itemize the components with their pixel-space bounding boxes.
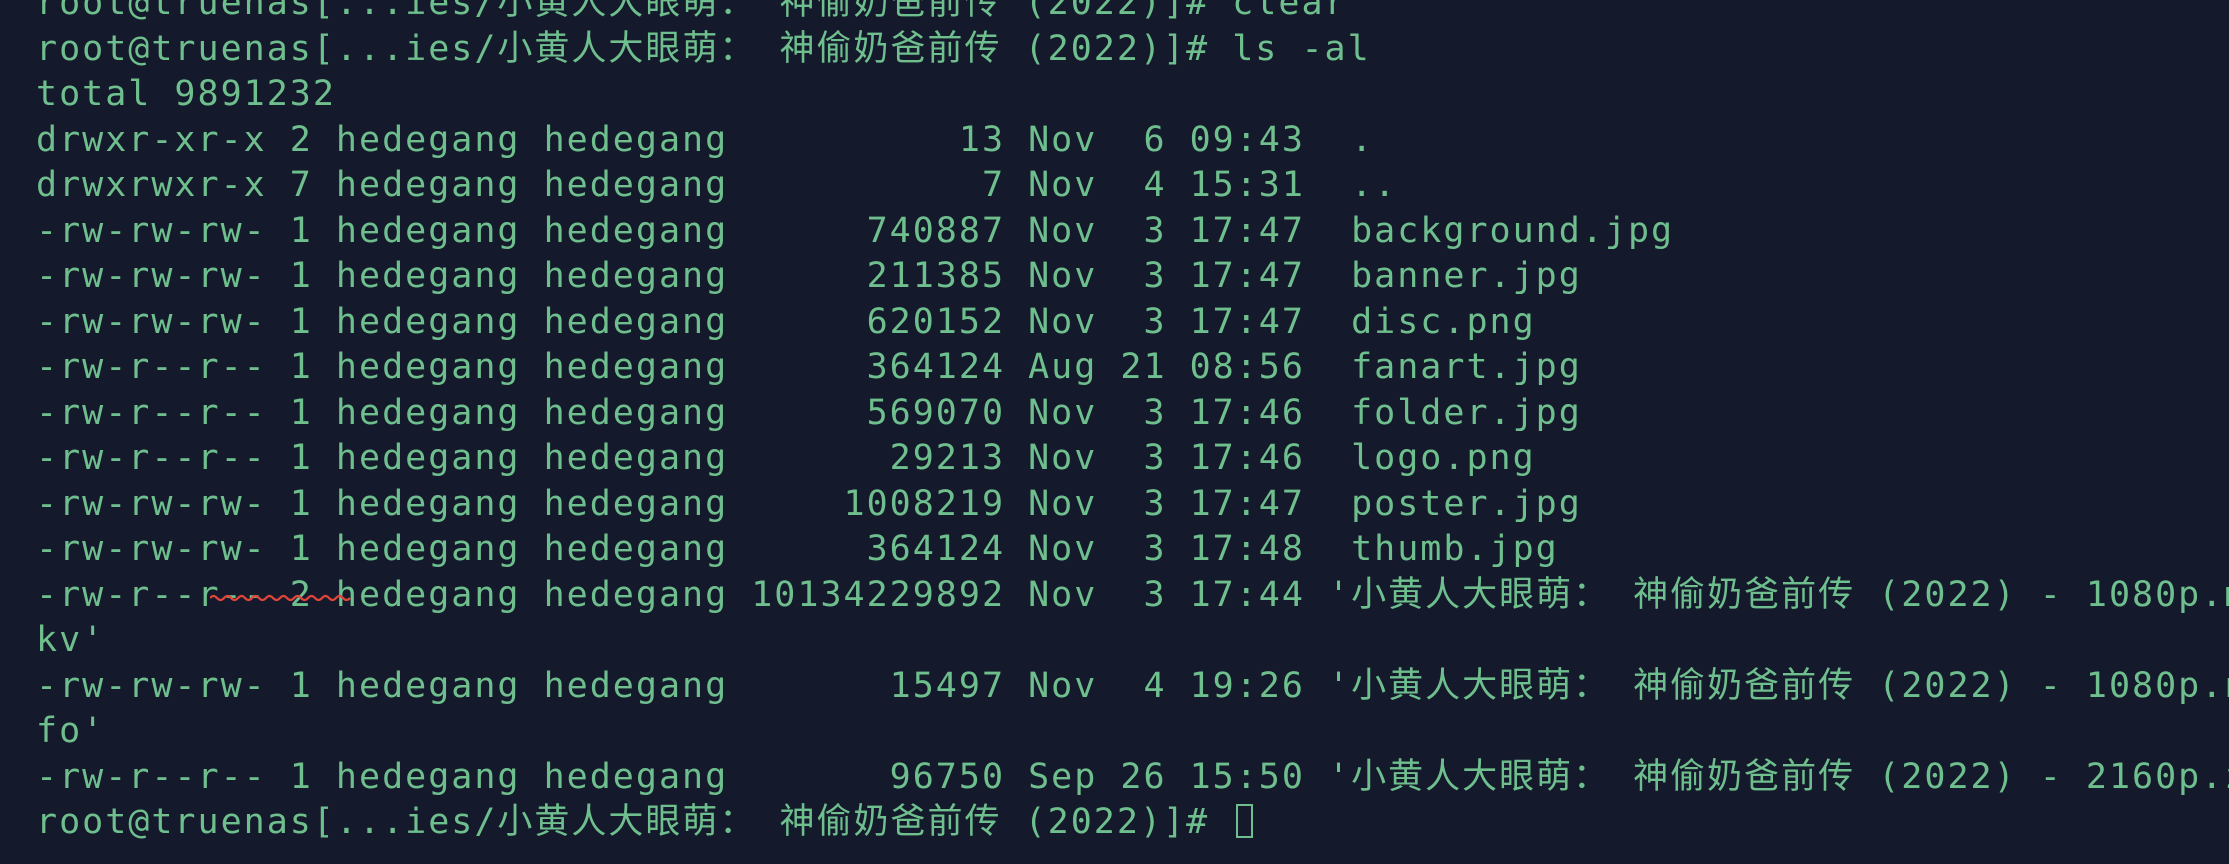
file-row: -rw-rw-rw- 1 hedegang hedegang 1008219 N…: [36, 483, 1582, 524]
file-row: -rw-rw-rw- 1 hedegang hedegang 364124 No…: [36, 529, 1559, 569]
prompt-line-ls: root@truenas[...ies/小黄人大眼萌： 神偷奶爸前传 (2022…: [36, 28, 1371, 69]
prompt-line-clear: root@truenas[...ies/小黄人大眼萌： 神偷奶爸前传 (2022…: [36, 0, 1348, 23]
file-row-wrap: fo': [36, 711, 106, 751]
file-row: -rw-r--r-- 2 hedegang hedegang 101342298…: [36, 574, 2229, 615]
file-row: -rw-rw-rw- 1 hedegang hedegang 211385 No…: [36, 256, 1582, 296]
file-row: -rw-rw-rw- 1 hedegang hedegang 15497 Nov…: [36, 665, 2229, 706]
total-line: total 9891232: [36, 74, 336, 114]
file-row: -rw-rw-rw- 1 hedegang hedegang 620152 No…: [36, 301, 1536, 342]
file-row: -rw-r--r-- 1 hedegang hedegang 364124 Au…: [36, 347, 1582, 387]
spellcheck-underline: [210, 594, 351, 602]
file-row: -rw-r--r-- 1 hedegang hedegang 569070 No…: [36, 392, 1582, 433]
terminal-output: root@truenas[...ies/小黄人大眼萌： 神偷奶爸前传 (2022…: [36, 0, 2229, 846]
file-row: drwxrwxr-x 7 hedegang hedegang 7 Nov 4 1…: [36, 165, 1398, 205]
terminal-window[interactable]: root@truenas[...ies/小黄人大眼萌： 神偷奶爸前传 (2022…: [0, 0, 2229, 864]
prompt-line-current: root@truenas[...ies/小黄人大眼萌： 神偷奶爸前传 (2022…: [36, 800, 2229, 846]
file-row: -rw-r--r-- 1 hedegang hedegang 29213 Nov…: [36, 438, 1536, 478]
text-cursor: [1236, 804, 1254, 838]
file-row: drwxr-xr-x 2 hedegang hedegang 13 Nov 6 …: [36, 119, 1375, 160]
file-row: -rw-rw-rw- 1 hedegang hedegang 740887 No…: [36, 210, 1675, 251]
file-row: -rw-r--r-- 1 hedegang hedegang 96750 Sep…: [36, 756, 2229, 797]
file-row-wrap: kv': [36, 620, 106, 660]
